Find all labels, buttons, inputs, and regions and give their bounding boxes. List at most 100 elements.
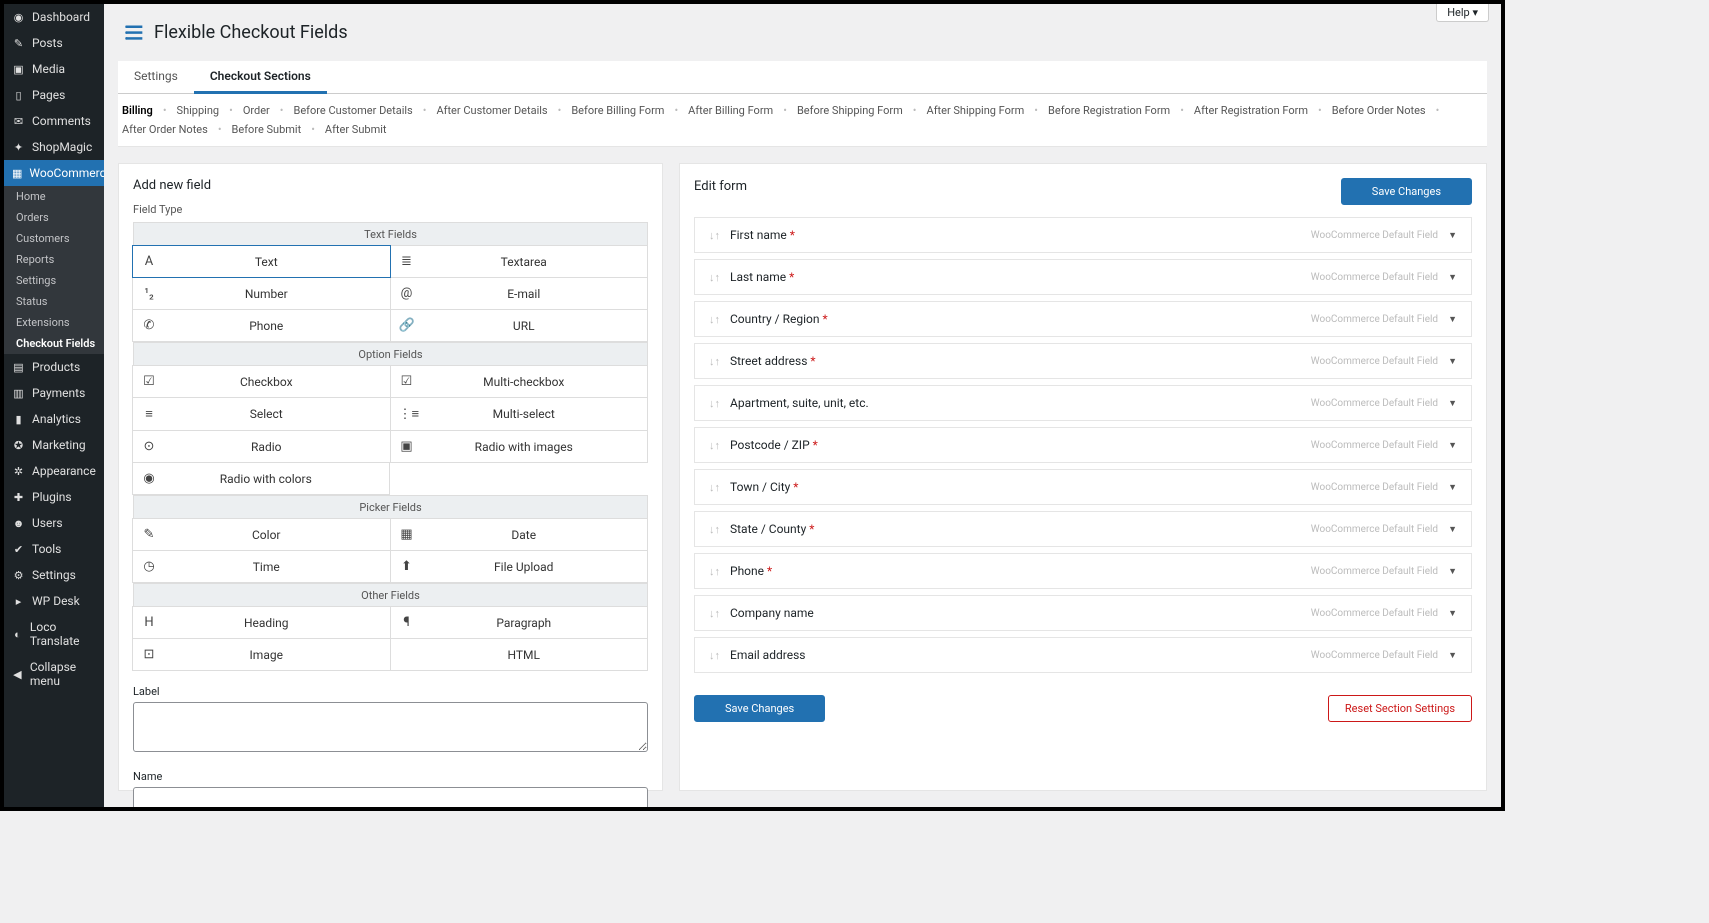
tab-settings[interactable]: Settings bbox=[118, 61, 194, 93]
drag-handle-icon[interactable]: ↓↑ bbox=[709, 649, 720, 662]
form-field-row-phone[interactable]: ↓↑Phone *WooCommerce Default Field▼ bbox=[694, 553, 1472, 589]
form-field-row-last-name[interactable]: ↓↑Last name *WooCommerce Default Field▼ bbox=[694, 259, 1472, 295]
chevron-down-icon[interactable]: ▼ bbox=[1448, 230, 1457, 241]
field-type-multi-select[interactable]: ⋮≡Multi-select bbox=[390, 397, 649, 431]
sidebar-item-wp-desk[interactable]: ▸WP Desk bbox=[4, 588, 104, 614]
sidebar-item-comments[interactable]: ✉Comments bbox=[4, 108, 104, 134]
form-field-row-country-region[interactable]: ↓↑Country / Region *WooCommerce Default … bbox=[694, 301, 1472, 337]
sidebar-subitem-settings[interactable]: Settings bbox=[4, 270, 104, 291]
sidebar-item-products[interactable]: ▤Products bbox=[4, 354, 104, 380]
drag-handle-icon[interactable]: ↓↑ bbox=[709, 607, 720, 620]
field-type-textarea[interactable]: ≣Textarea bbox=[390, 245, 649, 278]
form-field-row-town-city[interactable]: ↓↑Town / City *WooCommerce Default Field… bbox=[694, 469, 1472, 505]
form-field-row-email-address[interactable]: ↓↑Email addressWooCommerce Default Field… bbox=[694, 637, 1472, 673]
chevron-down-icon[interactable]: ▼ bbox=[1448, 398, 1457, 409]
field-type-image[interactable]: ⊡Image bbox=[132, 638, 391, 671]
form-field-row-company-name[interactable]: ↓↑Company nameWooCommerce Default Field▼ bbox=[694, 595, 1472, 631]
sidebar-subitem-reports[interactable]: Reports bbox=[4, 249, 104, 270]
sidebar-item-users[interactable]: ☻Users bbox=[4, 510, 104, 536]
sidebar-item-appearance[interactable]: ✲Appearance bbox=[4, 458, 104, 484]
field-type-radio-with-images[interactable]: ▣Radio with images bbox=[390, 430, 649, 463]
drag-handle-icon[interactable]: ↓↑ bbox=[709, 355, 720, 368]
field-type-paragraph[interactable]: ¶Paragraph bbox=[390, 606, 649, 639]
field-type-time[interactable]: ◷Time bbox=[132, 550, 391, 583]
drag-handle-icon[interactable]: ↓↑ bbox=[709, 313, 720, 326]
chevron-down-icon[interactable]: ▼ bbox=[1448, 524, 1457, 535]
field-type-file-upload[interactable]: ⬆File Upload bbox=[390, 550, 649, 583]
sidebar-item-loco-translate[interactable]: ◐Loco Translate bbox=[4, 614, 104, 654]
section-link-before-customer-details[interactable]: Before Customer Details bbox=[290, 104, 417, 117]
sidebar-subitem-extensions[interactable]: Extensions bbox=[4, 312, 104, 333]
field-type-phone[interactable]: ✆Phone bbox=[132, 309, 391, 342]
drag-handle-icon[interactable]: ↓↑ bbox=[709, 271, 720, 284]
section-link-after-order-notes[interactable]: After Order Notes bbox=[118, 123, 212, 136]
field-type-select[interactable]: ≡Select bbox=[132, 397, 391, 431]
field-type-heading[interactable]: HHeading bbox=[132, 606, 391, 639]
sidebar-item-plugins[interactable]: ✚Plugins bbox=[4, 484, 104, 510]
sidebar-item-shopmagic[interactable]: ✦ShopMagic bbox=[4, 134, 104, 160]
name-input[interactable] bbox=[133, 787, 648, 807]
help-tab[interactable]: Help ▾ bbox=[1436, 4, 1489, 22]
drag-handle-icon[interactable]: ↓↑ bbox=[709, 229, 720, 242]
save-changes-top-button[interactable]: Save Changes bbox=[1341, 178, 1472, 205]
form-field-row-apartment-suite-unit-etc-[interactable]: ↓↑Apartment, suite, unit, etc.WooCommerc… bbox=[694, 385, 1472, 421]
chevron-down-icon[interactable]: ▼ bbox=[1448, 566, 1457, 577]
drag-handle-icon[interactable]: ↓↑ bbox=[709, 481, 720, 494]
form-field-row-state-county[interactable]: ↓↑State / County *WooCommerce Default Fi… bbox=[694, 511, 1472, 547]
sidebar-subitem-orders[interactable]: Orders bbox=[4, 207, 104, 228]
field-type-checkbox[interactable]: ☑Checkbox bbox=[132, 365, 391, 398]
field-type-html[interactable]: HTML bbox=[390, 638, 649, 671]
field-type-multi-checkbox[interactable]: ☑Multi-checkbox bbox=[390, 365, 649, 398]
section-link-before-order-notes[interactable]: Before Order Notes bbox=[1328, 104, 1430, 117]
sidebar-item-posts[interactable]: ✎Posts bbox=[4, 30, 104, 56]
sidebar-item-marketing[interactable]: ✪Marketing bbox=[4, 432, 104, 458]
drag-handle-icon[interactable]: ↓↑ bbox=[709, 523, 720, 536]
drag-handle-icon[interactable]: ↓↑ bbox=[709, 439, 720, 452]
section-link-after-submit[interactable]: After Submit bbox=[321, 123, 391, 136]
sidebar-item-collapse-menu[interactable]: ◀Collapse menu bbox=[4, 654, 104, 694]
sidebar-item-media[interactable]: ▣Media bbox=[4, 56, 104, 82]
section-link-after-billing-form[interactable]: After Billing Form bbox=[684, 104, 777, 117]
sidebar-subitem-checkout-fields[interactable]: Checkout Fields bbox=[4, 333, 104, 354]
drag-handle-icon[interactable]: ↓↑ bbox=[709, 565, 720, 578]
field-type-text[interactable]: AText bbox=[132, 245, 391, 278]
field-type-radio-with-colors[interactable]: ◉Radio with colors bbox=[132, 462, 390, 495]
form-field-row-street-address[interactable]: ↓↑Street address *WooCommerce Default Fi… bbox=[694, 343, 1472, 379]
section-link-shipping[interactable]: Shipping bbox=[173, 104, 224, 117]
label-input[interactable] bbox=[133, 702, 648, 752]
field-type-url[interactable]: 🔗URL bbox=[390, 309, 649, 342]
section-link-order[interactable]: Order bbox=[239, 104, 274, 117]
chevron-down-icon[interactable]: ▼ bbox=[1448, 272, 1457, 283]
reset-section-button[interactable]: Reset Section Settings bbox=[1328, 695, 1472, 722]
section-link-after-customer-details[interactable]: After Customer Details bbox=[432, 104, 551, 117]
save-changes-bottom-button[interactable]: Save Changes bbox=[694, 695, 825, 722]
sidebar-item-dashboard[interactable]: ◉Dashboard bbox=[4, 4, 104, 30]
tab-checkout-sections[interactable]: Checkout Sections bbox=[194, 61, 327, 94]
sidebar-item-settings[interactable]: ⚙Settings bbox=[4, 562, 104, 588]
sidebar-item-pages[interactable]: ▯Pages bbox=[4, 82, 104, 108]
field-type-color[interactable]: ✎Color bbox=[132, 518, 391, 551]
sidebar-subitem-customers[interactable]: Customers bbox=[4, 228, 104, 249]
field-type-number[interactable]: ¹₂Number bbox=[132, 277, 391, 310]
chevron-down-icon[interactable]: ▼ bbox=[1448, 440, 1457, 451]
form-field-row-first-name[interactable]: ↓↑First name *WooCommerce Default Field▼ bbox=[694, 217, 1472, 253]
section-link-after-shipping-form[interactable]: After Shipping Form bbox=[923, 104, 1029, 117]
section-link-billing[interactable]: Billing bbox=[118, 104, 157, 117]
chevron-down-icon[interactable]: ▼ bbox=[1448, 314, 1457, 325]
field-type-e-mail[interactable]: @E-mail bbox=[390, 277, 649, 310]
sidebar-item-analytics[interactable]: ▮Analytics bbox=[4, 406, 104, 432]
section-link-before-submit[interactable]: Before Submit bbox=[228, 123, 306, 136]
section-link-before-registration-form[interactable]: Before Registration Form bbox=[1044, 104, 1174, 117]
section-link-after-registration-form[interactable]: After Registration Form bbox=[1190, 104, 1312, 117]
chevron-down-icon[interactable]: ▼ bbox=[1448, 482, 1457, 493]
sidebar-item-tools[interactable]: ✔Tools bbox=[4, 536, 104, 562]
field-type-date[interactable]: ▦Date bbox=[390, 518, 649, 551]
section-link-before-billing-form[interactable]: Before Billing Form bbox=[567, 104, 668, 117]
drag-handle-icon[interactable]: ↓↑ bbox=[709, 397, 720, 410]
sidebar-item-woocommerce[interactable]: ▦WooCommerce bbox=[4, 160, 104, 186]
sidebar-subitem-home[interactable]: Home bbox=[4, 186, 104, 207]
chevron-down-icon[interactable]: ▼ bbox=[1448, 356, 1457, 367]
sidebar-item-payments[interactable]: ▥Payments bbox=[4, 380, 104, 406]
field-type-radio[interactable]: ⊙Radio bbox=[132, 430, 391, 463]
chevron-down-icon[interactable]: ▼ bbox=[1448, 650, 1457, 661]
